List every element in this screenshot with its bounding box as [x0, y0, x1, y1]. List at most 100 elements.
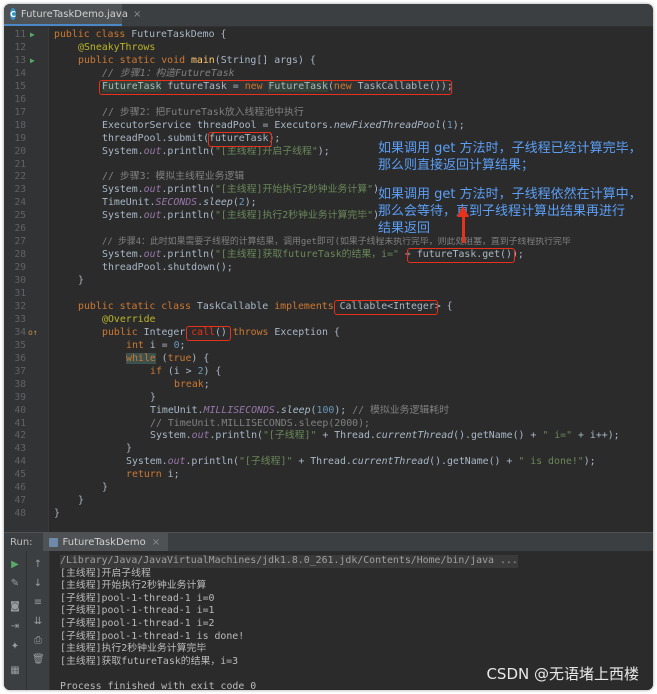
line-number: 30: [14, 275, 26, 287]
line-number: 29: [14, 262, 26, 274]
line-number: 45: [14, 469, 26, 481]
close-icon[interactable]: ×: [133, 9, 141, 20]
trash-icon[interactable]: 🗑: [32, 654, 45, 666]
line-number: 42: [14, 430, 26, 442]
run-tab-label: FutureTaskDemo: [62, 536, 146, 548]
line-number: 18: [14, 119, 26, 131]
note-line: 那么则直接返回计算结果；: [378, 158, 535, 173]
code-line-22: // 步骤3：模拟主线程业务逻辑: [102, 171, 245, 183]
line-number: 33: [14, 313, 26, 325]
run-gutter-icon[interactable]: ▶: [30, 29, 35, 42]
code-line-17: // 步骤2：把FutureTask放入线程池中执行: [102, 106, 304, 118]
line-number: 39: [14, 391, 26, 403]
line-number: 24: [14, 197, 26, 209]
code-line-29: threadPool.shutdown();: [102, 262, 233, 274]
run-toolbar-left: ▶ ✎ ◙ ⇥ ✦ ▦: [4, 551, 27, 690]
run-tab-futuretaskdemo[interactable]: FutureTaskDemo ×: [42, 533, 169, 551]
run-toolbar-right: ↑ ↓ ≡ ⇊ ⎙ 🗑: [27, 551, 50, 690]
gutter-row: 31: [4, 288, 653, 301]
code-line-38: break;: [174, 378, 210, 390]
code-line-23: System.out.println("[主线程]开始执行2秒钟业务计算");: [102, 184, 385, 196]
code-line-19: threadPool.submit(futureTask);: [102, 132, 281, 144]
code-line-25: System.out.println("[主线程]执行2秒钟业务计算完毕");: [102, 210, 385, 222]
code-line-47: }: [78, 495, 84, 507]
arrow-shaft: [462, 215, 465, 243]
line-number: 28: [14, 249, 26, 261]
line-number: 19: [14, 132, 26, 144]
console-output-line: Process finished with exit code 0: [60, 681, 257, 690]
note-line: 如果调用 get 方法时，子线程依然在计算中，: [378, 187, 642, 202]
line-number: 20: [14, 145, 26, 157]
note-line: 如果调用 get 方法时，子线程已经计算完毕，: [378, 141, 642, 156]
code-line-18: ExecutorService threadPool = Executors.n…: [102, 119, 465, 131]
line-number: 38: [14, 378, 26, 390]
up-arrow-icon[interactable]: ↑: [32, 559, 44, 571]
gutter-row: 39: [4, 392, 653, 405]
line-number: 46: [14, 482, 26, 494]
run-gutter-icon[interactable]: ▶: [30, 55, 35, 68]
code-line-37: if (i > 2) {: [150, 365, 222, 377]
rerun-icon[interactable]: ▶: [9, 559, 21, 571]
camera-icon[interactable]: ◙: [9, 601, 21, 613]
run-config-icon: [48, 537, 58, 547]
code-line-14: // 步骤1：构造FutureTask: [102, 67, 235, 79]
line-number: 35: [14, 339, 26, 351]
code-line-45: return i;: [126, 469, 180, 481]
gutter-row: 38: [4, 379, 653, 392]
soft-wrap-icon[interactable]: ≡: [32, 597, 44, 609]
exit-icon[interactable]: ⇥: [9, 621, 21, 633]
note-get-finished: 如果调用 get 方法时，子线程已经计算完毕， 那么则直接返回计算结果；: [378, 140, 642, 174]
console-output-line: [主线程]开始执行2秒钟业务计算: [60, 580, 207, 592]
line-number: 36: [14, 352, 26, 364]
code-line-13: public static void main(String[] args) {: [78, 54, 316, 66]
note-line: 那么会等待，直到子线程计算出结果再进行: [378, 204, 626, 219]
run-tool-window-header: Run: FutureTaskDemo ×: [4, 532, 653, 552]
line-number: 16: [14, 93, 26, 105]
line-number: 21: [14, 158, 26, 170]
console-command-line[interactable]: /Library/Java/JavaVirtualMachines/jdk1.8…: [60, 555, 518, 568]
java-class-icon: C: [10, 8, 16, 20]
code-line-35: int i = 0;: [126, 339, 186, 351]
override-gutter-icon[interactable]: o↑: [28, 327, 38, 340]
note-line: 结果返回: [378, 221, 431, 236]
gutter-row: 36: [4, 353, 653, 366]
line-number: 17: [14, 106, 26, 118]
gutter-row: 45: [4, 469, 653, 482]
line-number: 11: [14, 29, 26, 40]
print-icon[interactable]: ⎙: [32, 635, 44, 647]
code-line-24: TimeUnit.SECONDS.sleep(2);: [102, 197, 257, 209]
down-arrow-icon[interactable]: ↓: [32, 578, 44, 590]
code-line-20: System.out.println("[主线程]开启子线程");: [102, 145, 330, 157]
scroll-to-end-icon[interactable]: ⇊: [32, 616, 44, 628]
pin-icon[interactable]: ✦: [9, 641, 21, 653]
note-get-computing: 如果调用 get 方法时，子线程依然在计算中， 那么会等待，直到子线程计算出结果…: [378, 186, 642, 237]
wrench-icon[interactable]: ✎: [9, 578, 21, 590]
line-number: 23: [14, 184, 26, 196]
close-icon[interactable]: ×: [152, 537, 160, 548]
code-line-41: // TimeUnit.MILLISECONDS.sleep(2000);: [150, 417, 370, 429]
layout-icon[interactable]: ▦: [9, 665, 21, 677]
line-number: 13: [14, 54, 26, 66]
code-line-11: public class FutureTaskDemo {: [54, 29, 227, 40]
line-number: 22: [14, 171, 26, 183]
line-number: 27: [14, 236, 26, 248]
line-number: 44: [14, 456, 26, 468]
line-number: 34: [14, 326, 26, 338]
editor-tab-bar: C FutureTaskDemo.java ×: [4, 4, 653, 27]
gutter-row: 37: [4, 366, 653, 379]
console-output-line: [主线程]执行2秒钟业务计算完毕: [60, 643, 207, 655]
line-number: 31: [14, 288, 26, 299]
line-number: 25: [14, 210, 26, 222]
code-editor[interactable]: 11 ▶ 12 13 ▶ 14 15 16 17 18 19 20 21 22 23 24 25 26 27 28 29…: [4, 27, 653, 532]
code-line-32: public static class TaskCallable impleme…: [78, 300, 453, 312]
tab-futuretaskdemo[interactable]: C FutureTaskDemo.java ×: [4, 4, 141, 26]
console-output-line: [主线程]获取futureTask的结果，i=3: [60, 655, 239, 667]
code-line-12: @SneakyThrows: [78, 41, 156, 53]
console-output-line: [子线程]pool-1-thread-1 i=1: [60, 605, 215, 617]
watermark: CSDN @无语堵上西楼: [486, 665, 639, 683]
code-line-42: System.out.println("[子线程]" + Thread.curr…: [150, 430, 620, 442]
line-number: 40: [14, 404, 26, 416]
code-line-43: }: [126, 443, 132, 455]
code-line-39: }: [150, 391, 156, 403]
line-number: 48: [14, 508, 26, 520]
